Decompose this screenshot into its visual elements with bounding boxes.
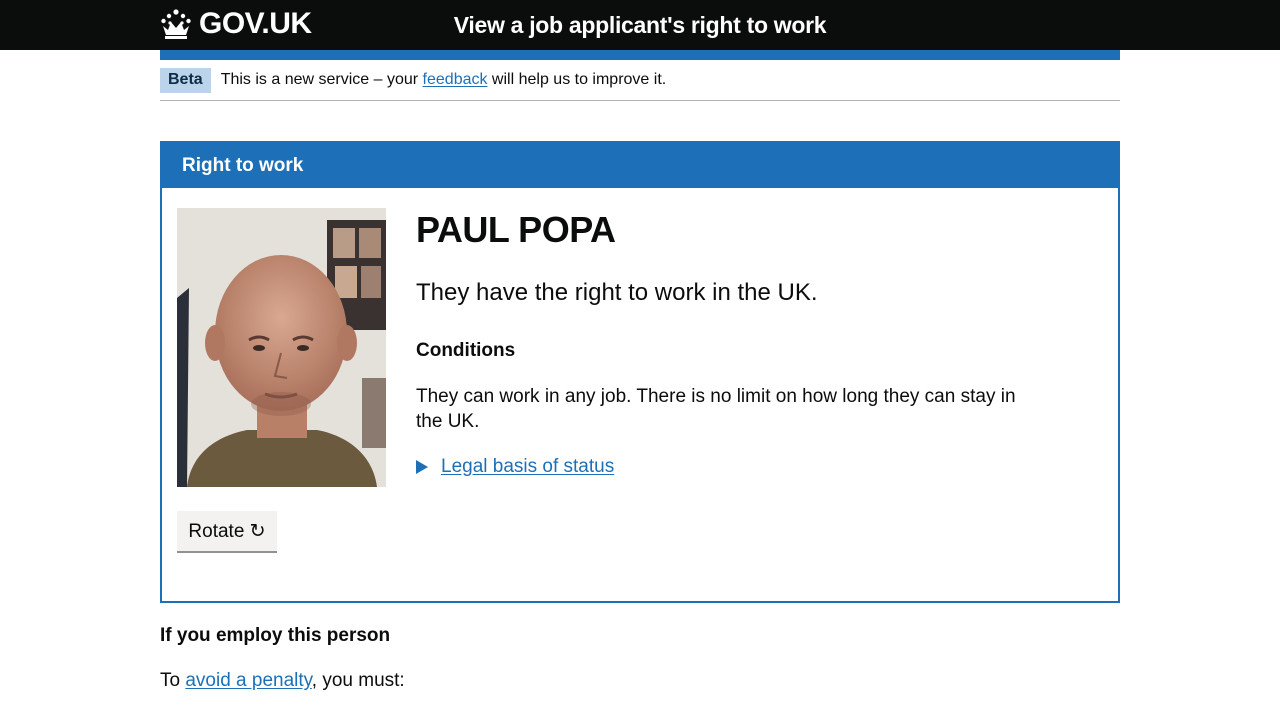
feedback-link[interactable]: feedback <box>423 71 488 88</box>
phase-tag: Beta <box>160 68 211 93</box>
applicant-photo-illustration <box>177 208 386 487</box>
triangle-right-icon <box>416 459 428 474</box>
header-underline <box>160 50 1120 60</box>
legal-basis-link[interactable]: Legal basis of status <box>441 454 614 479</box>
right-to-work-card: Right to work Rotate ↻ PAUL POPA They ha… <box>160 141 1120 603</box>
applicant-name: PAUL POPA <box>416 209 616 250</box>
service-name[interactable]: View a job applicant's right to work <box>0 10 1280 40</box>
employ-heading: If you employ this person <box>160 625 391 646</box>
right-to-work-status: They have the right to work in the UK. <box>416 279 818 306</box>
conditions-text: They can work in any job. There is no li… <box>416 386 1016 432</box>
applicant-photo <box>177 208 386 487</box>
page-header: GOV.UK View a job applicant's right to w… <box>0 0 1280 50</box>
rotate-button[interactable]: Rotate ↻ <box>177 511 277 551</box>
penalty-text: To avoid a penalty, you must: <box>160 670 405 691</box>
phase-banner: Beta This is a new service – your feedba… <box>160 68 1120 101</box>
conditions-heading: Conditions <box>416 340 516 361</box>
phase-banner-text: This is a new service – your feedback wi… <box>220 71 667 88</box>
card-title: Right to work <box>162 143 1118 188</box>
avoid-penalty-link[interactable]: avoid a penalty <box>185 670 311 691</box>
legal-basis-details-toggle[interactable]: Legal basis of status <box>416 454 614 479</box>
